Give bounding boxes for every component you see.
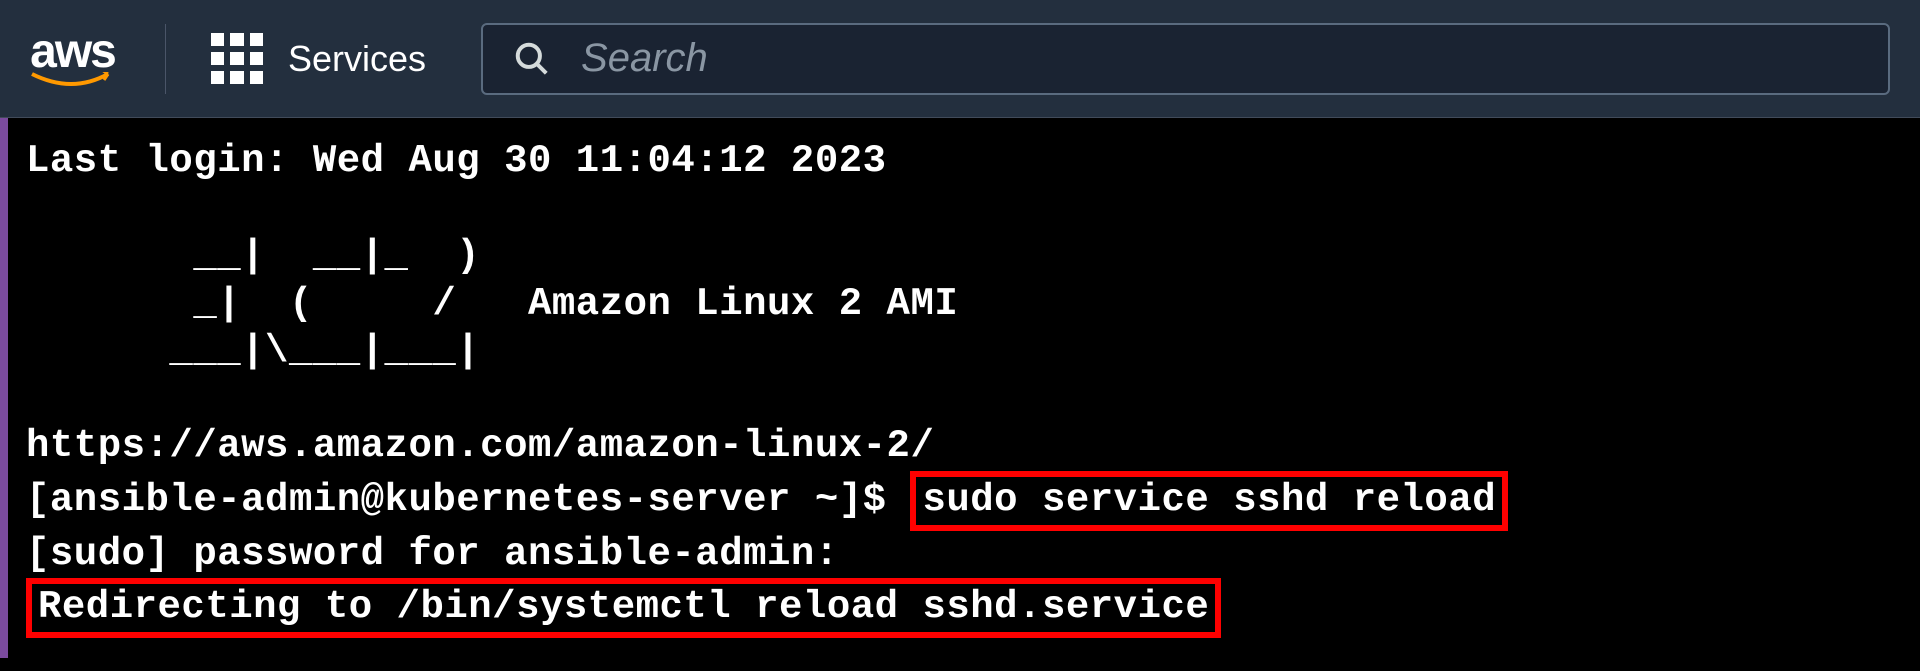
terminal-banner-line: __| __|_ ) [26, 233, 1902, 281]
terminal-prompt-line: [ansible-admin@kubernetes-server ~]$ sud… [26, 471, 1902, 531]
aws-smile-icon [30, 72, 115, 90]
services-button[interactable]: Services [211, 33, 426, 85]
terminal-banner-line: ___|\___|___| [26, 328, 1902, 376]
terminal-banner-line: _| ( / Amazon Linux 2 AMI [26, 281, 1902, 329]
header-divider [165, 24, 166, 94]
terminal-blank [26, 186, 1902, 234]
terminal-blank [26, 376, 1902, 424]
terminal-sudo-prompt: [sudo] password for ansible-admin: [26, 531, 1902, 579]
aws-logo-text: aws [30, 28, 115, 76]
terminal-url: https://aws.amazon.com/amazon-linux-2/ [26, 423, 1902, 471]
terminal-output-line: Redirecting to /bin/systemctl reload ssh… [26, 578, 1902, 638]
aws-console-header: aws Services [0, 0, 1920, 118]
search-box[interactable] [481, 23, 1890, 95]
search-icon [513, 40, 551, 78]
search-input[interactable] [581, 36, 1858, 81]
aws-logo[interactable]: aws [30, 28, 115, 90]
terminal-prompt: [ansible-admin@kubernetes-server ~]$ [26, 478, 910, 522]
terminal[interactable]: Last login: Wed Aug 30 11:04:12 2023 __|… [0, 118, 1920, 658]
terminal-command-highlight: sudo service sshd reload [910, 471, 1508, 531]
terminal-last-login: Last login: Wed Aug 30 11:04:12 2023 [26, 138, 1902, 186]
grid-icon [211, 33, 263, 85]
terminal-output-highlight: Redirecting to /bin/systemctl reload ssh… [26, 578, 1221, 638]
services-label: Services [288, 38, 426, 80]
